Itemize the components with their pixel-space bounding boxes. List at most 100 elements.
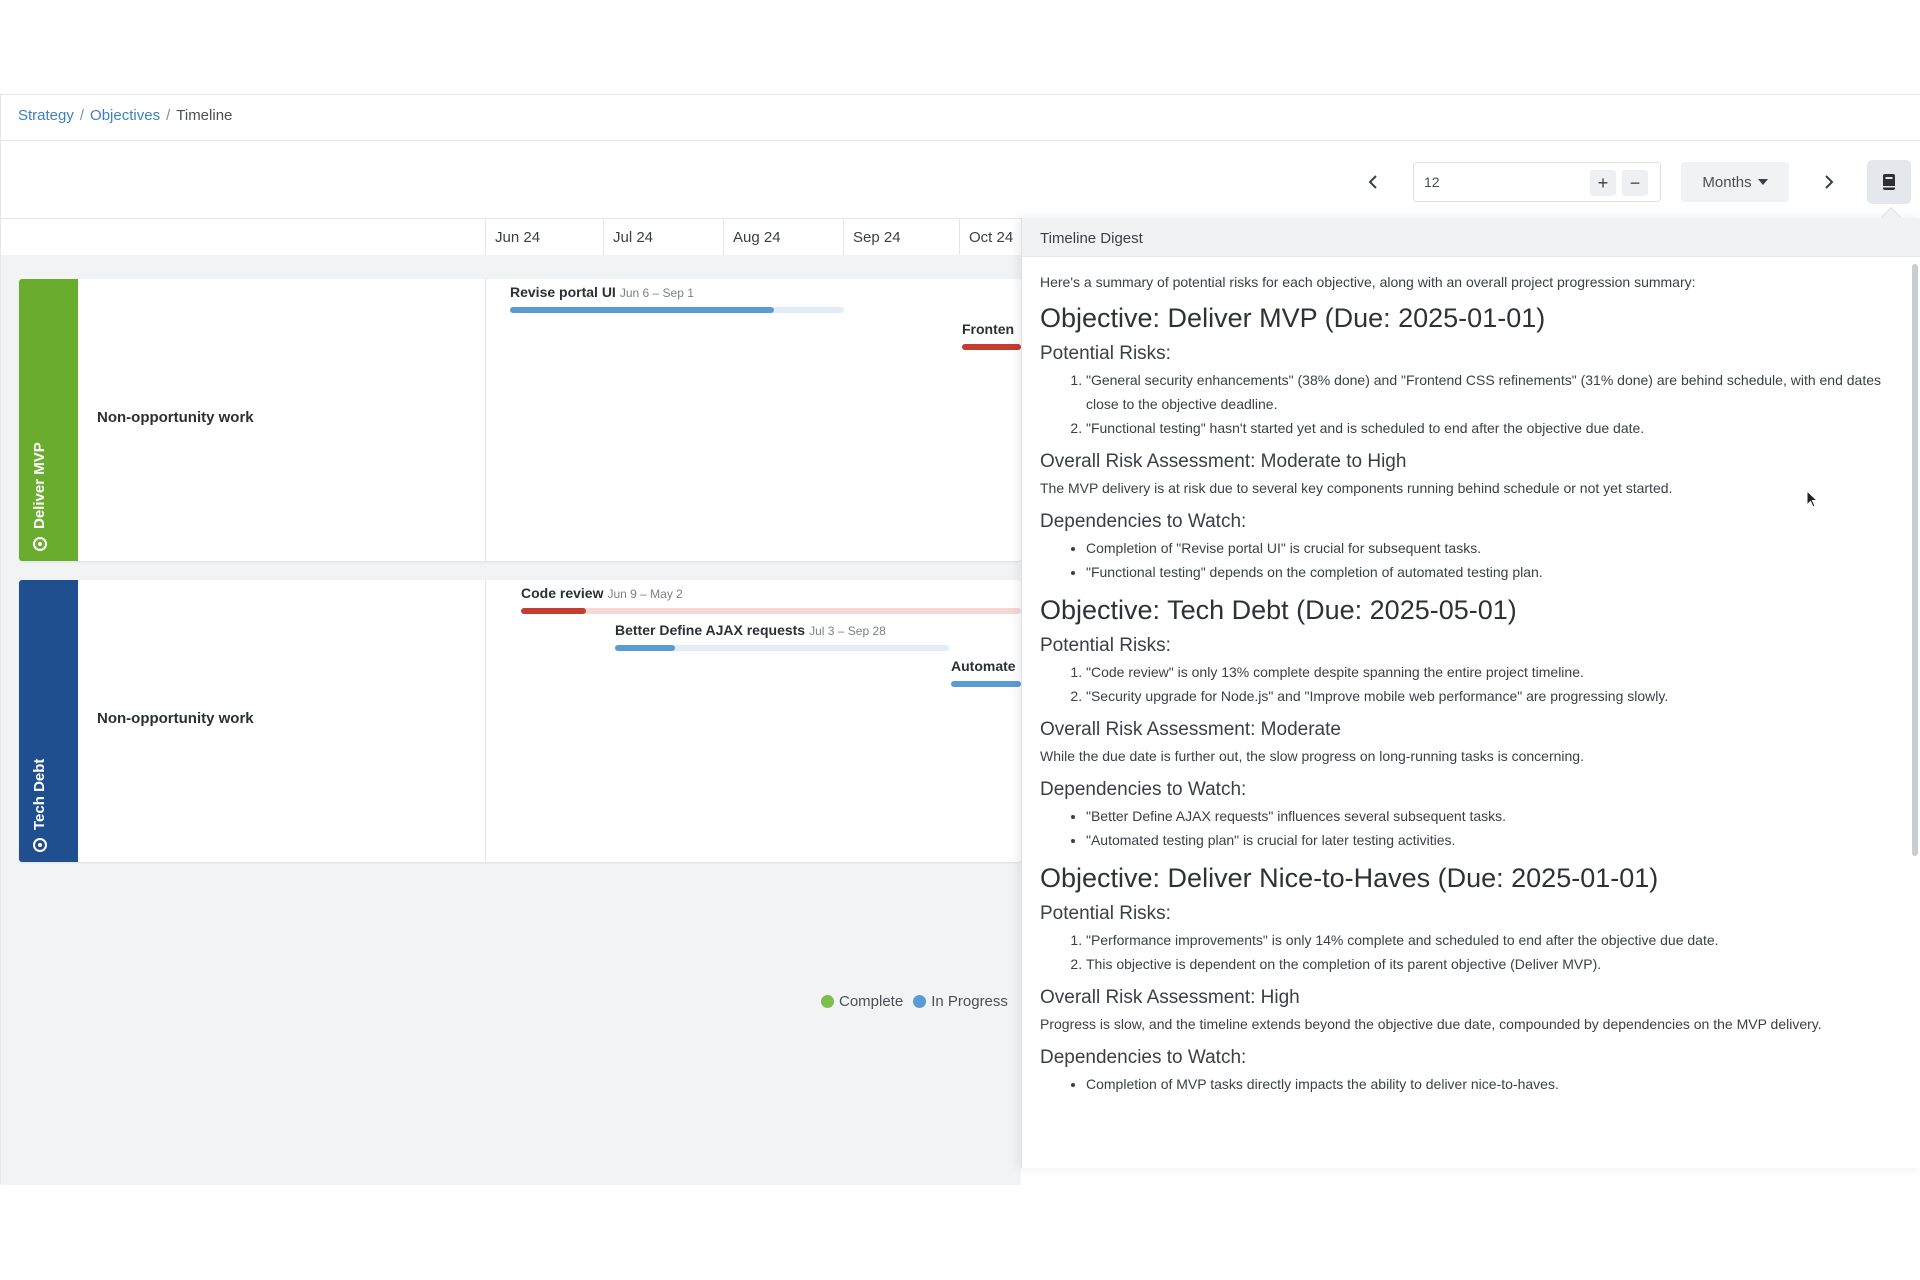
month-oct: Oct 24: [959, 219, 1021, 255]
task-progress-fill: [510, 307, 774, 313]
task-progress-track: [962, 344, 1021, 350]
risk-item: "General security enhancements" (38% don…: [1086, 368, 1900, 416]
risks-heading: Potential Risks:: [1040, 903, 1171, 924]
objective-heading: Objective: Deliver Nice-to-Haves (Due: 2…: [1040, 863, 1659, 893]
row-label: Non-opportunity work: [97, 409, 254, 426]
month-aug: Aug 24: [723, 219, 843, 255]
task-dates: Jun 9 – May 2: [607, 587, 683, 601]
dependencies-heading: Dependencies to Watch:: [1040, 511, 1247, 532]
row-divider: [485, 279, 486, 561]
chevron-left-icon: [1368, 175, 1377, 189]
task-automate[interactable]: Automate: [951, 658, 1016, 674]
range-input[interactable]: [1424, 171, 1574, 193]
task-progress-fill: [521, 608, 586, 614]
task-code-review[interactable]: Code review Jun 9 – May 2: [521, 585, 683, 601]
breadcrumb-current: Timeline: [176, 107, 233, 124]
risk-item: "Code review" is only 13% complete despi…: [1086, 660, 1900, 684]
task-progress-fill: [962, 344, 1021, 350]
dependency-item: "Functional testing" depends on the comp…: [1086, 560, 1900, 584]
month-jul: Jul 24: [603, 219, 723, 255]
risks-heading: Potential Risks:: [1040, 635, 1171, 656]
task-progress-fill: [615, 645, 676, 651]
task-dates: Jun 6 – Sep 1: [619, 286, 694, 300]
breadcrumb-objectives[interactable]: Objectives: [90, 107, 160, 124]
timeline-app: Strategy / Objectives / Timeline + − Mon…: [0, 94, 1920, 1185]
objective-heading: Objective: Tech Debt (Due: 2025-05-01): [1040, 595, 1517, 625]
mouse-cursor-icon: [1806, 490, 1819, 508]
objective-band[interactable]: Tech Debt: [19, 580, 78, 862]
decrement-button[interactable]: −: [1622, 170, 1648, 196]
risk-item: This objective is dependent on the compl…: [1086, 952, 1900, 976]
dependency-item: Completion of MVP tasks directly impacts…: [1086, 1072, 1900, 1096]
dependencies-heading: Dependencies to Watch:: [1040, 779, 1247, 800]
breadcrumb-strategy[interactable]: Strategy: [18, 107, 74, 124]
month-header: Jun 24 Jul 24 Aug 24 Sep 24 Oct 24: [1, 219, 1021, 255]
range-stepper: + −: [1413, 162, 1661, 202]
book-icon: [1883, 174, 1895, 190]
task-progress-track: [510, 307, 844, 313]
digest-intro: Here's a summary of potential risks for …: [1040, 274, 1696, 290]
objective-name: Deliver MVP: [31, 442, 48, 529]
task-name: Revise portal UI: [510, 284, 616, 300]
task-better-define-ajax[interactable]: Better Define AJAX requests Jul 3 – Sep 2…: [615, 622, 886, 638]
dependencies-list: Completion of "Revise portal UI" is cruc…: [1086, 536, 1900, 584]
header-divider: [1, 140, 1920, 141]
breadcrumb-separator: /: [166, 107, 171, 124]
legend-in-progress: In Progress: [913, 993, 1008, 1010]
task-progress-track: [521, 608, 1021, 614]
objective-deliver-mvp: Deliver MVP Non-opportunity work Revise …: [19, 279, 1021, 561]
task-progress-track: [951, 681, 1021, 687]
breadcrumb: Strategy / Objectives / Timeline: [18, 107, 232, 124]
increment-button[interactable]: +: [1590, 170, 1616, 196]
risk-item: "Functional testing" hasn't started yet …: [1086, 416, 1900, 440]
dependencies-list: "Better Define AJAX requests" influences…: [1086, 804, 1900, 852]
timeline-digest-panel: Timeline Digest Here's a summary of pote…: [1021, 207, 1920, 1168]
period-unit-label: Months: [1702, 173, 1752, 191]
digest-content[interactable]: Here's a summary of potential risks for …: [1040, 270, 1900, 1162]
risks-list: "Performance improvements" is only 14% c…: [1086, 928, 1900, 976]
target-icon: [32, 838, 47, 852]
row-divider: [485, 580, 486, 862]
assessment-text: Progress is slow, and the timeline exten…: [1040, 1016, 1822, 1032]
chevron-right-icon: [1825, 175, 1834, 189]
assessment-text: The MVP delivery is at risk due to sever…: [1040, 480, 1673, 496]
assessment-text: While the due date is further out, the s…: [1040, 748, 1584, 764]
task-dates: Jul 3 – Sep 28: [809, 624, 886, 638]
risks-list: "General security enhancements" (38% don…: [1086, 368, 1900, 440]
legend-dot: [821, 995, 834, 1008]
status-legend: Complete In Progress: [821, 993, 1008, 1010]
target-icon: [32, 537, 47, 551]
previous-period-button[interactable]: [1355, 160, 1391, 204]
task-progress-fill: [951, 681, 1021, 687]
task-frontend[interactable]: Fronten: [962, 321, 1014, 337]
timeline-toolbar: + − Months: [1, 160, 1920, 204]
objective-name: Tech Debt: [31, 758, 48, 830]
caret-down-icon: [1757, 179, 1768, 185]
panel-title: Timeline Digest: [1022, 218, 1920, 257]
legend-complete: Complete: [821, 993, 903, 1010]
legend-label: Complete: [839, 993, 904, 1010]
dependency-item: "Automated testing plan" is crucial for …: [1086, 828, 1900, 852]
next-period-button[interactable]: [1811, 160, 1847, 204]
task-name: Code review: [521, 585, 604, 601]
month-jun: Jun 24: [485, 219, 603, 255]
assessment-heading: Overall Risk Assessment: Moderate: [1040, 719, 1341, 740]
breadcrumb-separator: /: [79, 107, 85, 124]
task-name: Automate: [951, 658, 1016, 674]
dependencies-list: Completion of MVP tasks directly impacts…: [1086, 1072, 1900, 1096]
row-label: Non-opportunity work: [97, 710, 254, 727]
period-unit-select[interactable]: Months: [1681, 162, 1789, 202]
assessment-heading: Overall Risk Assessment: High: [1040, 987, 1300, 1008]
task-revise-portal-ui[interactable]: Revise portal UI Jun 6 – Sep 1: [510, 284, 694, 300]
panel-scrollbar[interactable]: [1912, 264, 1918, 856]
objective-heading: Objective: Deliver MVP (Due: 2025-01-01): [1040, 303, 1546, 333]
task-name: Better Define AJAX requests: [615, 622, 806, 638]
legend-dot: [913, 995, 927, 1008]
task-progress-track: [615, 645, 949, 651]
assessment-heading: Overall Risk Assessment: Moderate to Hig…: [1040, 451, 1407, 472]
objective-band[interactable]: Deliver MVP: [19, 279, 78, 561]
legend-label: In Progress: [931, 993, 1008, 1010]
task-name: Fronten: [962, 321, 1015, 337]
timeline-digest-button[interactable]: [1867, 160, 1911, 204]
dependency-item: "Better Define AJAX requests" influences…: [1086, 804, 1900, 828]
